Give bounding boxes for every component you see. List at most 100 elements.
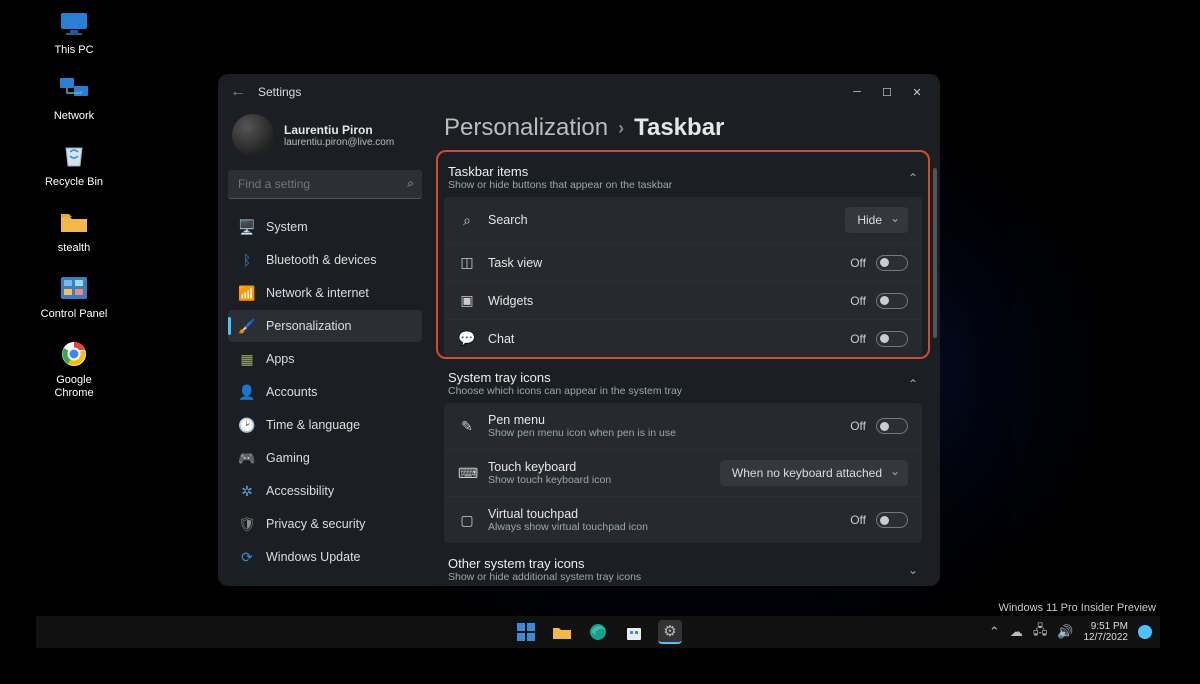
row-icon: ▢ — [458, 512, 476, 529]
profile-email: laurentiu.piron@live.com — [284, 137, 394, 148]
group-header-other-tray-icons[interactable]: Other system tray iconsShow or hide addi… — [444, 546, 922, 586]
notification-badge[interactable] — [1138, 625, 1152, 639]
nav-icon: 🛡 — [238, 515, 256, 533]
toggle-switch[interactable] — [876, 512, 908, 528]
nav-label: Accounts — [266, 385, 317, 399]
window-title: Settings — [258, 85, 301, 99]
scrollbar[interactable] — [933, 168, 937, 338]
explorer-button[interactable] — [550, 620, 574, 644]
profile-name: Laurentiu Piron — [284, 123, 394, 137]
nav-item-time-language[interactable]: 🕑Time & language — [228, 409, 422, 441]
nav-item-system[interactable]: 🖥️System — [228, 211, 422, 243]
nav-label: Gaming — [266, 451, 310, 465]
start-button[interactable] — [514, 620, 538, 644]
desktop-icon-chrome[interactable]: Google Chrome — [38, 338, 110, 398]
control-panel-icon — [58, 272, 90, 304]
toggle-switch[interactable] — [876, 255, 908, 271]
nav-item-network-internet[interactable]: 📶Network & internet — [228, 277, 422, 309]
toggle-switch[interactable] — [876, 418, 908, 434]
maximize-button[interactable]: ☐ — [872, 78, 902, 106]
desktop-icon-network[interactable]: Network — [38, 74, 110, 122]
row-icon: ▣ — [458, 292, 476, 309]
setting-row-touch-keyboard: ⌨Touch keyboardShow touch keyboard iconW… — [444, 449, 922, 496]
nav-label: System — [266, 220, 308, 234]
recycle-icon — [58, 140, 90, 172]
nav-list: 🖥️SystemᛒBluetooth & devices📶Network & i… — [228, 211, 422, 573]
tray-overflow-chevron-icon[interactable]: ⌃ — [989, 624, 1000, 640]
nav-item-accessibility[interactable]: ✲ Accessibility — [228, 475, 422, 507]
edge-button[interactable] — [586, 620, 610, 644]
minimize-button[interactable]: ─ — [842, 78, 872, 106]
desktop-icons: This PC Network Recycle Bin stealth Cont… — [38, 8, 110, 399]
desktop-icon-this-pc[interactable]: This PC — [38, 8, 110, 56]
nav-icon: ✲ — [238, 482, 256, 500]
taskbar: ⚙ ⌃ ☁ 🖧 🔊 9:51 PM 12/7/2022 — [36, 616, 1160, 648]
onedrive-icon[interactable]: ☁ — [1010, 624, 1023, 640]
nav-item-apps[interactable]: ▦Apps — [228, 343, 422, 375]
nav-label: Personalization — [266, 319, 351, 333]
desktop-icon-recycle-bin[interactable]: Recycle Bin — [38, 140, 110, 188]
breadcrumb: Personalization › Taskbar — [444, 110, 922, 154]
sidebar: Laurentiu Piron laurentiu.piron@live.com… — [218, 110, 428, 586]
chevron-up-icon: ⌃ — [908, 171, 918, 185]
close-button[interactable]: ✕ — [902, 78, 932, 106]
group-card-taskbar-items: ⌕SearchHide◫Task viewOff▣WidgetsOff💬Chat… — [444, 197, 922, 357]
toggle-switch[interactable] — [876, 331, 908, 347]
nav-icon: ᛒ — [238, 251, 256, 269]
row-icon: ✎ — [458, 418, 476, 435]
search-wrapper: ⌕ — [228, 170, 422, 199]
taskbar-center: ⚙ — [514, 620, 682, 644]
dropdown[interactable]: Hide — [845, 207, 908, 233]
group-header-system-tray-icons[interactable]: System tray iconsChoose which icons can … — [444, 360, 922, 403]
setting-row-chat: 💬ChatOff — [444, 319, 922, 357]
toggle-state: Off — [850, 332, 866, 346]
breadcrumb-parent[interactable]: Personalization — [444, 114, 608, 142]
nav-icon: 🎮 — [238, 449, 256, 467]
nav-icon: 🖌️ — [238, 317, 256, 335]
settings-window: ← Settings ─ ☐ ✕ Laurentiu Piron laurent… — [218, 74, 940, 586]
back-button[interactable]: ← — [226, 83, 250, 101]
chevron-up-icon: ⌃ — [908, 377, 918, 391]
desktop-icon-control-panel[interactable]: Control Panel — [38, 272, 110, 320]
toggle-state: Off — [850, 419, 866, 433]
nav-item-windows-update[interactable]: ⟳Windows Update — [228, 541, 422, 573]
profile-block[interactable]: Laurentiu Piron laurentiu.piron@live.com — [228, 110, 422, 170]
settings-taskbar-button[interactable]: ⚙ — [658, 620, 682, 644]
chevron-right-icon: › — [618, 118, 624, 139]
chevron-down-icon: ⌄ — [908, 563, 918, 577]
nav-item-personalization[interactable]: 🖌️ Personalization — [228, 310, 422, 342]
row-icon: ⌕ — [458, 212, 476, 229]
breadcrumb-current: Taskbar — [634, 114, 724, 142]
nav-icon: 📶 — [238, 284, 256, 302]
group-card-system-tray-icons: ✎Pen menuShow pen menu icon when pen is … — [444, 403, 922, 543]
toggle-state: Off — [850, 256, 866, 270]
nav-item-privacy-security[interactable]: 🛡 Privacy & security — [228, 508, 422, 540]
titlebar[interactable]: ← Settings ─ ☐ ✕ — [218, 74, 940, 110]
system-tray: ⌃ ☁ 🖧 🔊 9:51 PM 12/7/2022 — [989, 621, 1152, 643]
taskbar-clock[interactable]: 9:51 PM 12/7/2022 — [1084, 621, 1129, 643]
toggle-state: Off — [850, 513, 866, 527]
dropdown[interactable]: When no keyboard attached — [720, 460, 908, 486]
monitor-icon — [58, 8, 90, 40]
nav-item-gaming[interactable]: 🎮 Gaming — [228, 442, 422, 474]
nav-item-bluetooth-devices[interactable]: ᛒBluetooth & devices — [228, 244, 422, 276]
search-icon: ⌕ — [407, 176, 414, 191]
desktop-icon-stealth[interactable]: stealth — [38, 206, 110, 254]
network-tray-icon[interactable]: 🖧 — [1033, 621, 1048, 643]
toggle-switch[interactable] — [876, 293, 908, 309]
folder-icon — [58, 206, 90, 238]
toggle-state: Off — [850, 294, 866, 308]
group-header-taskbar-items[interactable]: Taskbar itemsShow or hide buttons that a… — [444, 154, 922, 197]
nav-icon: 🕑 — [238, 416, 256, 434]
setting-row-search: ⌕SearchHide — [444, 197, 922, 243]
volume-icon[interactable]: 🔊 — [1057, 624, 1073, 640]
row-icon: 💬 — [458, 330, 476, 347]
nav-label: Accessibility — [266, 484, 334, 498]
store-button[interactable] — [622, 620, 646, 644]
setting-row-pen-menu: ✎Pen menuShow pen menu icon when pen is … — [444, 403, 922, 449]
search-input[interactable] — [228, 170, 422, 199]
setting-row-widgets: ▣WidgetsOff — [444, 281, 922, 319]
nav-label: Privacy & security — [266, 517, 365, 531]
setting-row-task-view: ◫Task viewOff — [444, 243, 922, 281]
nav-item-accounts[interactable]: 👤Accounts — [228, 376, 422, 408]
